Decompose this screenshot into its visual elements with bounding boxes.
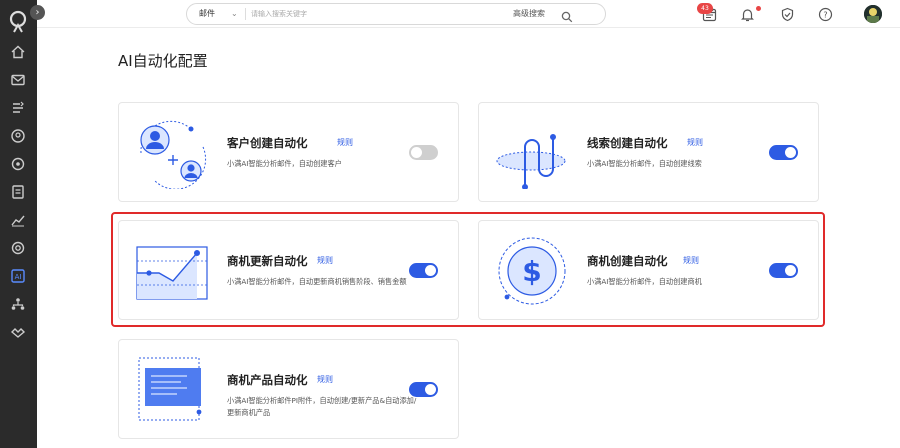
lead-creation-illustration [493, 117, 571, 189]
ai-icon[interactable]: AI [10, 268, 26, 284]
top-header: 邮件 ⌄ 高级搜索 ? [37, 0, 900, 28]
customer-creation-card: 客户创建自动化 规则 小满AI智能分析邮件，自动创建客户 [118, 102, 459, 202]
page-title: AI自动化配置 [118, 52, 208, 70]
notification-badge: 43 [697, 3, 713, 14]
partner-icon[interactable] [10, 324, 26, 340]
svg-text:AI: AI [15, 273, 22, 281]
bell-icon[interactable] [740, 7, 755, 22]
lead-creation-card: 线索创建自动化 规则 小满AI智能分析邮件，自动创建线索 [478, 102, 819, 202]
rule-link[interactable]: 规则 [317, 374, 333, 385]
settings-icon[interactable] [10, 240, 26, 256]
left-sidebar: AI [0, 0, 37, 448]
search-input[interactable] [251, 7, 491, 21]
avatar[interactable] [864, 5, 882, 23]
card-description: 小满AI智能分析邮件PI附件，自动创建/更新产品&自动添加/更新商机产品 [227, 396, 417, 417]
rule-link[interactable]: 规则 [687, 137, 703, 148]
search-icon[interactable] [561, 8, 573, 23]
toggle-knob [785, 147, 796, 158]
org-icon[interactable] [10, 296, 26, 312]
rule-link[interactable]: 规则 [337, 137, 353, 148]
svg-text:?: ? [823, 11, 827, 20]
opportunity-icon[interactable] [10, 156, 26, 172]
search-bar: 邮件 ⌄ 高级搜索 [186, 3, 606, 25]
chevron-down-icon[interactable]: ⌄ [231, 4, 238, 24]
help-icon[interactable]: ? [818, 7, 833, 22]
opportunity-product-illustration [133, 354, 211, 426]
customer-icon[interactable] [10, 128, 26, 144]
automation-toggle[interactable] [409, 382, 438, 397]
search-divider [245, 8, 246, 20]
card-title: 客户创建自动化 [227, 136, 308, 150]
home-icon[interactable] [10, 44, 26, 60]
shield-icon[interactable] [780, 7, 795, 22]
opportunity-product-card: 商机产品自动化 规则 小满AI智能分析邮件PI附件，自动创建/更新产品&自动添加… [118, 339, 459, 439]
card-description: 小满AI智能分析邮件，自动创建线索 [587, 159, 702, 168]
toggle-knob [411, 147, 422, 158]
mail-icon[interactable] [10, 72, 26, 88]
logo-icon[interactable] [8, 10, 28, 36]
customer-creation-illustration [133, 117, 211, 189]
advanced-search-link[interactable]: 高级搜索 [513, 4, 545, 24]
statistics-icon[interactable] [10, 212, 26, 228]
card-description: 小满AI智能分析邮件，自动创建客户 [227, 159, 342, 168]
toggle-knob [425, 384, 436, 395]
expand-sidebar-button[interactable]: › [30, 5, 45, 20]
highlight-box [111, 212, 825, 327]
automation-toggle[interactable] [769, 145, 798, 160]
search-scope-select[interactable]: 邮件 [199, 4, 215, 24]
card-title: 商机产品自动化 [227, 373, 308, 387]
leads-icon[interactable] [10, 100, 26, 116]
document-icon[interactable] [10, 184, 26, 200]
card-title: 线索创建自动化 [587, 136, 668, 150]
automation-toggle[interactable] [409, 145, 438, 160]
status-dot [756, 6, 761, 11]
